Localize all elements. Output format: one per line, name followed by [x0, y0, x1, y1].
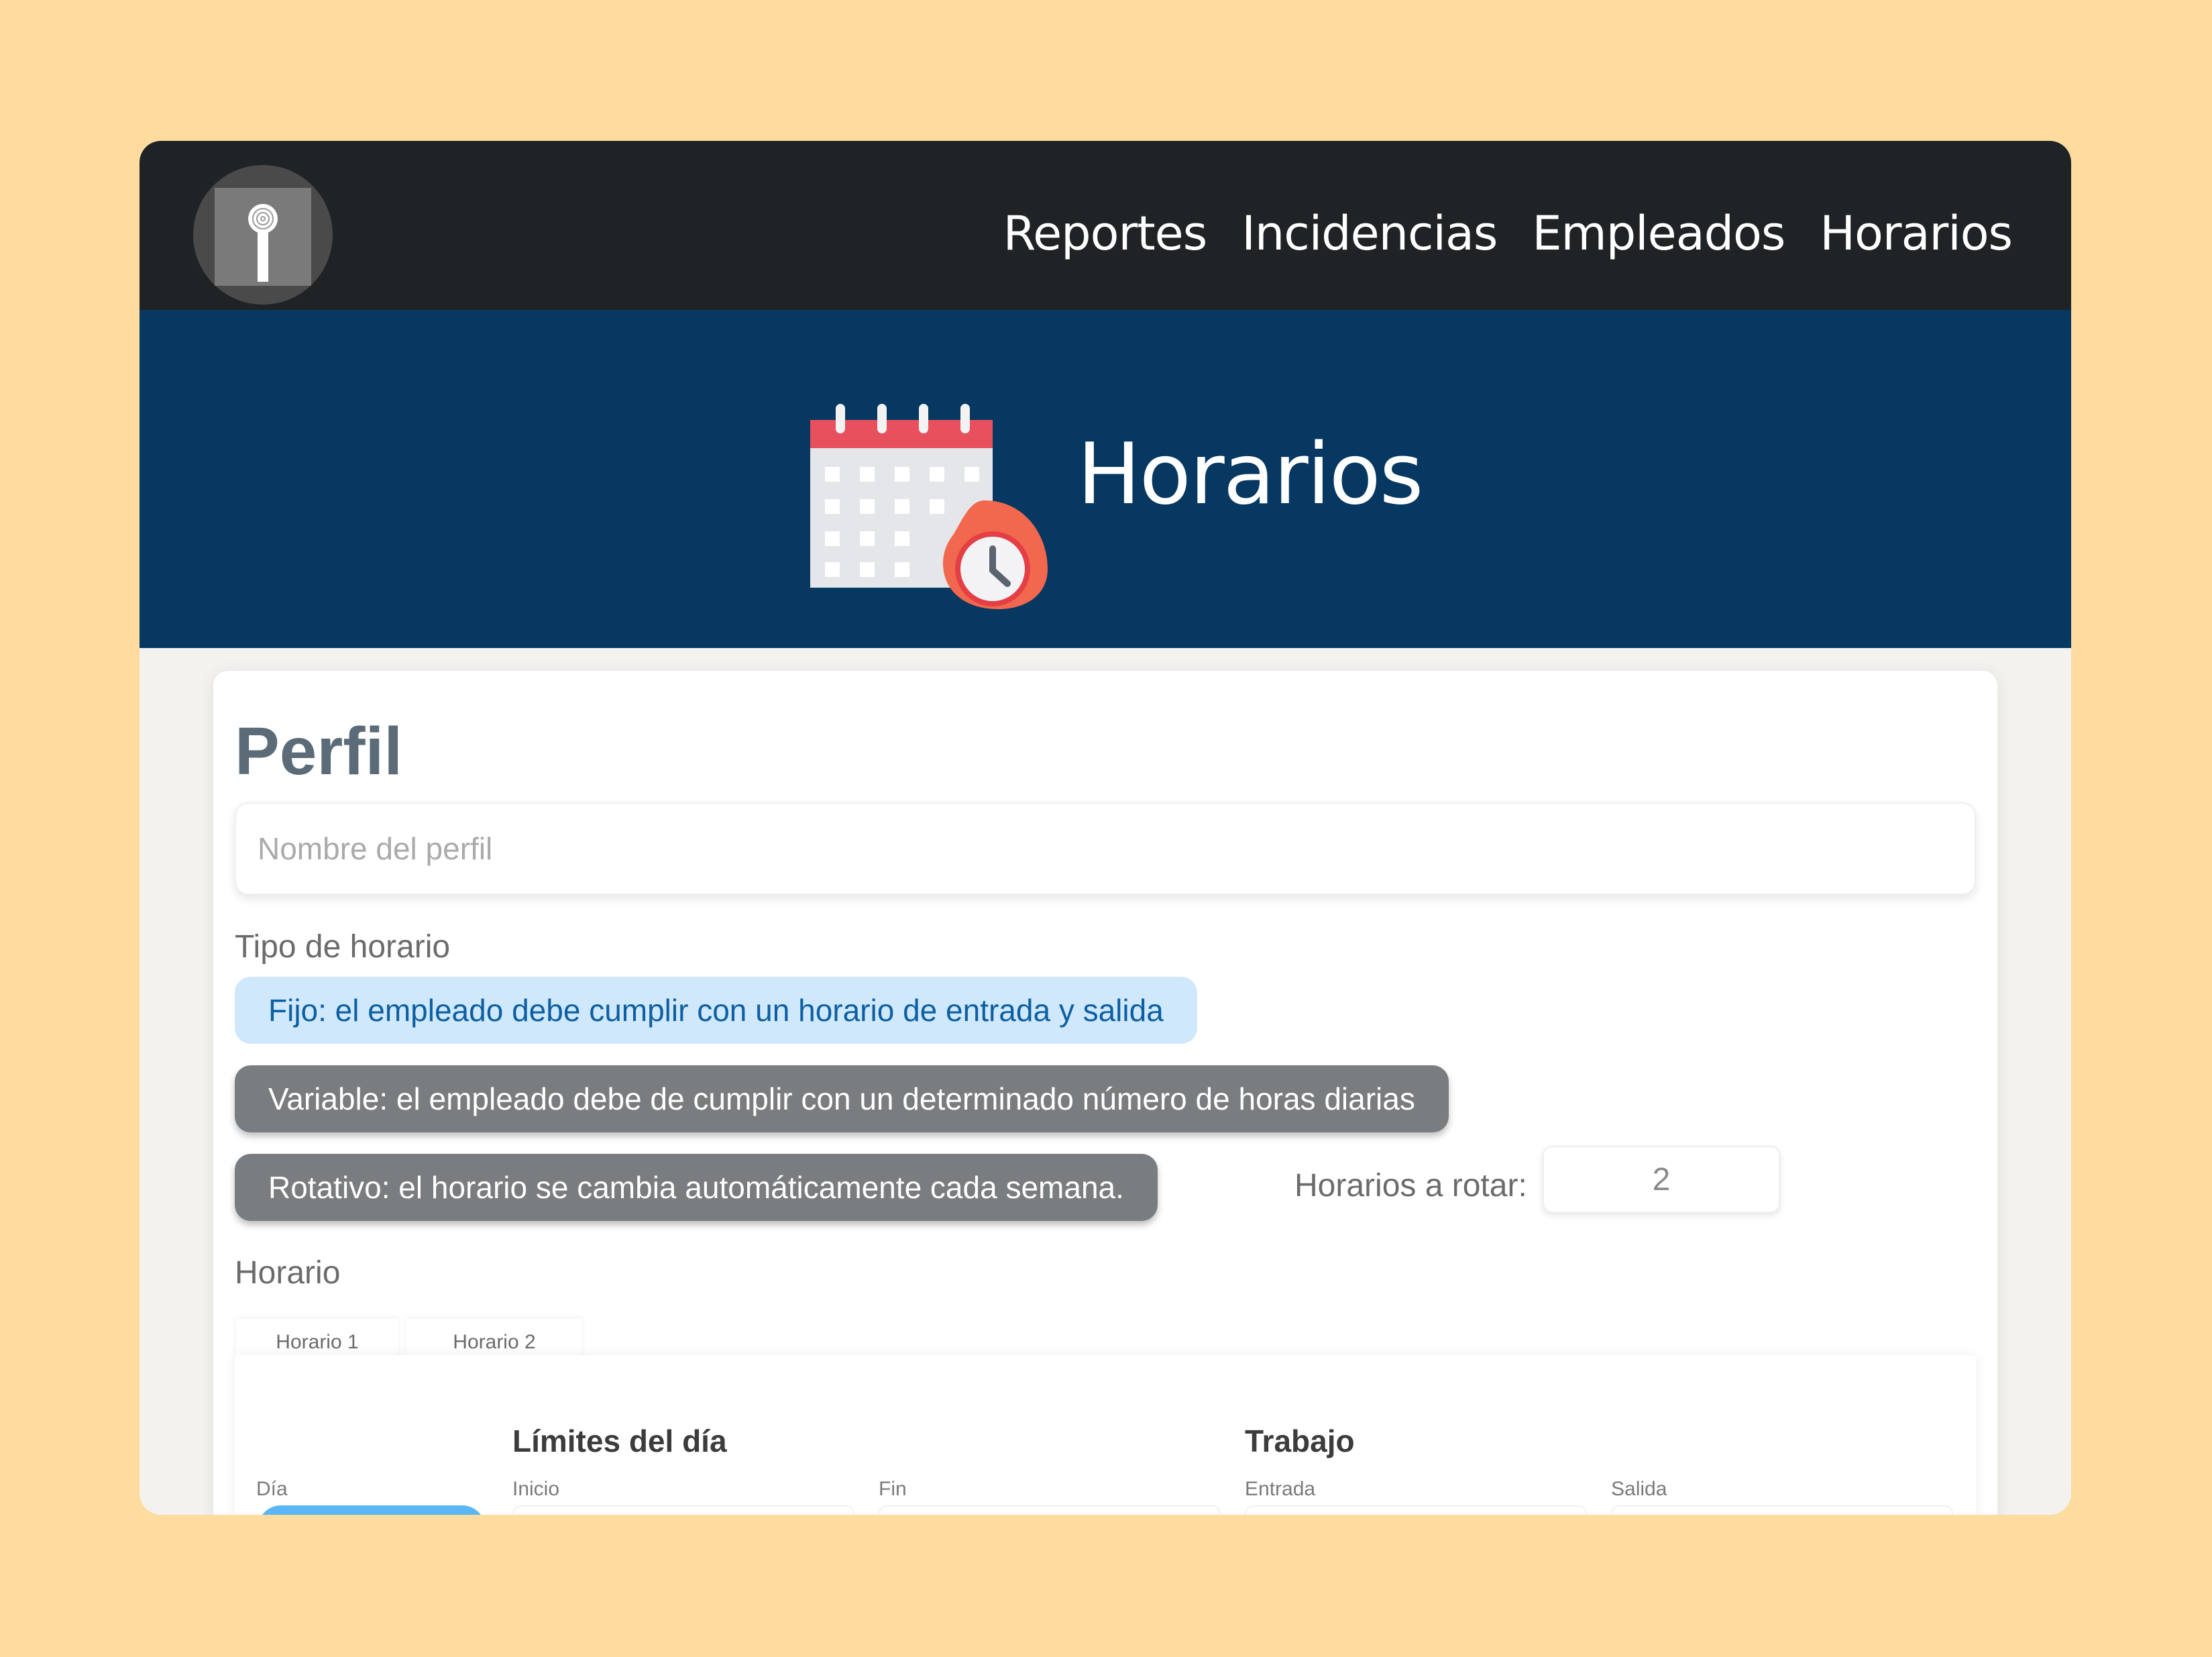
nav-link-reportes[interactable]: Reportes [1003, 205, 1208, 262]
salida-time-input[interactable] [1611, 1505, 1953, 1515]
inicio-time-input[interactable] [512, 1505, 854, 1515]
option-rotativo[interactable]: Rotativo: el horario se cambia automátic… [235, 1154, 1158, 1221]
col-inicio: Inicio [512, 1478, 560, 1500]
profile-name-input[interactable] [235, 802, 1976, 895]
profile-heading: Perfil [235, 714, 403, 789]
rotate-count-input[interactable] [1543, 1146, 1780, 1213]
rotate-count-label: Horarios a rotar: [1294, 1168, 1527, 1204]
nav-link-empleados[interactable]: Empleados [1532, 205, 1785, 262]
day-toggle-button[interactable] [258, 1505, 486, 1515]
col-salida: Salida [1611, 1478, 1667, 1500]
group-trabajo: Trabajo [1245, 1424, 1355, 1458]
nav-link-incidencias[interactable]: Incidencias [1241, 205, 1498, 262]
schedule-table: Límites del día Trabajo Día Inicio Fin E… [235, 1355, 1976, 1515]
main-nav: Reportes Incidencias Empleados Horarios [1003, 205, 2013, 262]
schedule-type-label: Tipo de horario [235, 929, 451, 965]
option-variable[interactable]: Variable: el empleado debe de cumplir co… [235, 1065, 1449, 1132]
col-dia: Día [256, 1478, 288, 1500]
hero-banner: Horarios [140, 310, 2071, 648]
profile-card: Perfil Tipo de horario Fijo: el empleado… [213, 671, 1997, 1515]
nav-link-horarios[interactable]: Horarios [1820, 205, 2013, 262]
col-entrada: Entrada [1245, 1478, 1316, 1500]
fingerprint-logo-icon[interactable] [193, 165, 333, 305]
group-limites-del-dia: Límites del día [512, 1424, 727, 1458]
top-navbar: Reportes Incidencias Empleados Horarios [140, 141, 2071, 310]
option-fijo[interactable]: Fijo: el empleado debe cumplir con un ho… [235, 977, 1197, 1044]
fin-time-input[interactable] [879, 1505, 1221, 1515]
entrada-time-input[interactable] [1245, 1505, 1587, 1515]
app-window: Reportes Incidencias Empleados Horarios [140, 141, 2071, 1515]
horario-label: Horario [235, 1255, 341, 1291]
page-title: Horarios [1077, 425, 1423, 523]
calendar-clock-icon [804, 354, 1052, 612]
col-fin: Fin [879, 1478, 907, 1500]
